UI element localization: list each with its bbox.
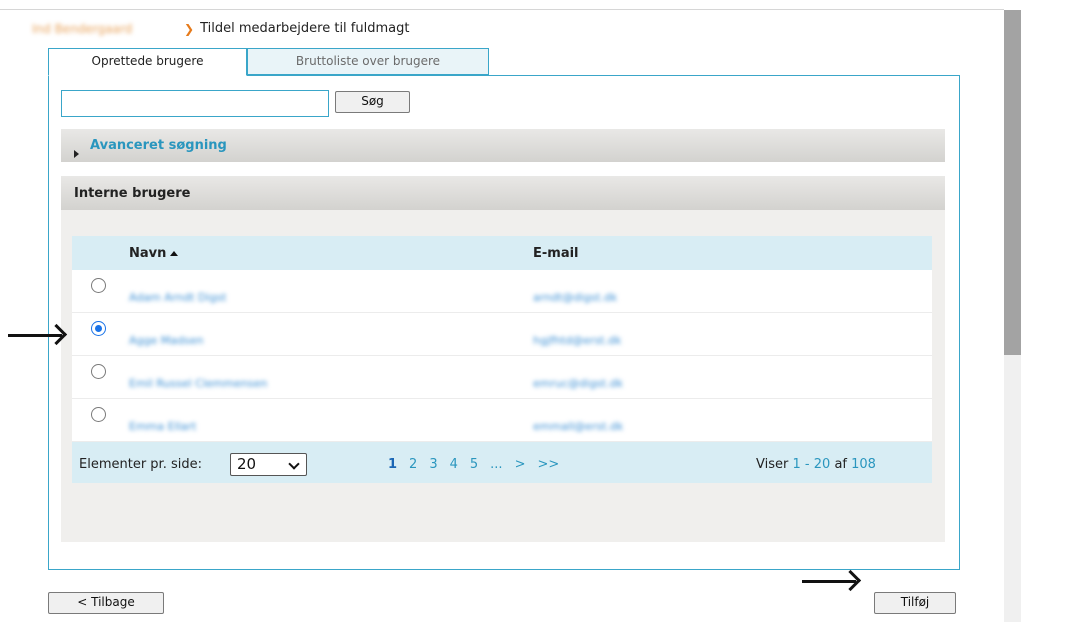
table-footer: Elementer pr. side: 20 1 2 3 4 5 ... > >… — [72, 442, 932, 483]
column-header-name[interactable]: Navn — [129, 246, 179, 261]
user-email: emruc@digst.dk — [533, 377, 623, 390]
page-link[interactable]: 2 — [409, 457, 417, 472]
table-row[interactable]: Adam Arndt Digst arndt@digst.dk — [72, 270, 932, 313]
user-email: arndt@digst.dk — [533, 291, 618, 304]
result-count: Viser 1 - 20 af 108 — [756, 457, 876, 472]
breadcrumb: Ind Bendergaard ❯ Tildel medarbejdere ti… — [32, 21, 409, 36]
back-button[interactable]: < Tilbage — [48, 592, 164, 614]
user-name: Agge Madsen — [129, 334, 204, 347]
breadcrumb-separator-icon: ❯ — [184, 21, 195, 36]
user-email: emmall@erst.dk — [533, 420, 624, 433]
users-table: Navn E-mail Adam Arndt Digst arndt@digst… — [72, 236, 932, 483]
page-link[interactable]: 5 — [470, 457, 478, 472]
per-page-label: Elementer pr. side: — [79, 457, 202, 472]
user-email: hgjfhtd@erst.dk — [533, 334, 622, 347]
caret-right-icon — [74, 150, 79, 158]
search-input[interactable] — [61, 90, 329, 117]
pagination: 1 2 3 4 5 ... > >> — [388, 457, 571, 472]
last-page-link[interactable]: >> — [537, 457, 559, 472]
page-link[interactable]: 3 — [429, 457, 437, 472]
internal-users-section: Interne brugere Navn E-mail Adam Arndt D… — [61, 176, 945, 542]
table-row[interactable]: Agge Madsen hgjfhtd@erst.dk — [72, 313, 932, 356]
table-row[interactable]: Emil Russel Clemmensen emruc@digst.dk — [72, 356, 932, 399]
row-radio[interactable] — [91, 407, 106, 422]
next-page-link[interactable]: > — [515, 457, 526, 472]
row-radio[interactable] — [91, 364, 106, 379]
user-name: Emma Ellart — [129, 420, 197, 433]
scrollbar-thumb[interactable] — [1004, 10, 1021, 355]
annotation-arrow-icon — [8, 334, 62, 337]
sort-ascending-icon — [170, 251, 179, 256]
page-link[interactable]: 4 — [450, 457, 458, 472]
section-header: Interne brugere — [61, 176, 945, 210]
user-name: Adam Arndt Digst — [129, 291, 227, 304]
per-page-select[interactable]: 20 — [230, 453, 307, 476]
table-header: Navn E-mail — [72, 236, 932, 270]
tab-bruttoliste[interactable]: Bruttoliste over brugere — [247, 48, 489, 75]
section-title: Interne brugere — [74, 186, 191, 201]
user-name: Emil Russel Clemmensen — [129, 377, 268, 390]
annotation-arrow-icon — [802, 580, 856, 583]
tab-oprettede-brugere[interactable]: Oprettede brugere — [48, 48, 247, 76]
column-header-email[interactable]: E-mail — [533, 246, 579, 261]
search-button[interactable]: Søg — [335, 91, 410, 113]
top-divider — [0, 9, 1004, 10]
row-radio-selected[interactable] — [91, 321, 106, 336]
page-title: Tildel medarbejdere til fuldmagt — [200, 21, 410, 36]
table-row[interactable]: Emma Ellart emmall@erst.dk — [72, 399, 932, 442]
page-ellipsis[interactable]: ... — [490, 457, 502, 472]
chevron-down-icon — [288, 458, 300, 470]
add-button[interactable]: Tilføj — [874, 592, 956, 614]
page-link-current[interactable]: 1 — [388, 457, 397, 472]
row-radio[interactable] — [91, 278, 106, 293]
breadcrumb-user[interactable]: Ind Bendergaard — [32, 22, 172, 36]
advanced-search-toggle[interactable]: Avanceret søgning — [61, 129, 945, 162]
advanced-search-label: Avanceret søgning — [74, 138, 227, 158]
